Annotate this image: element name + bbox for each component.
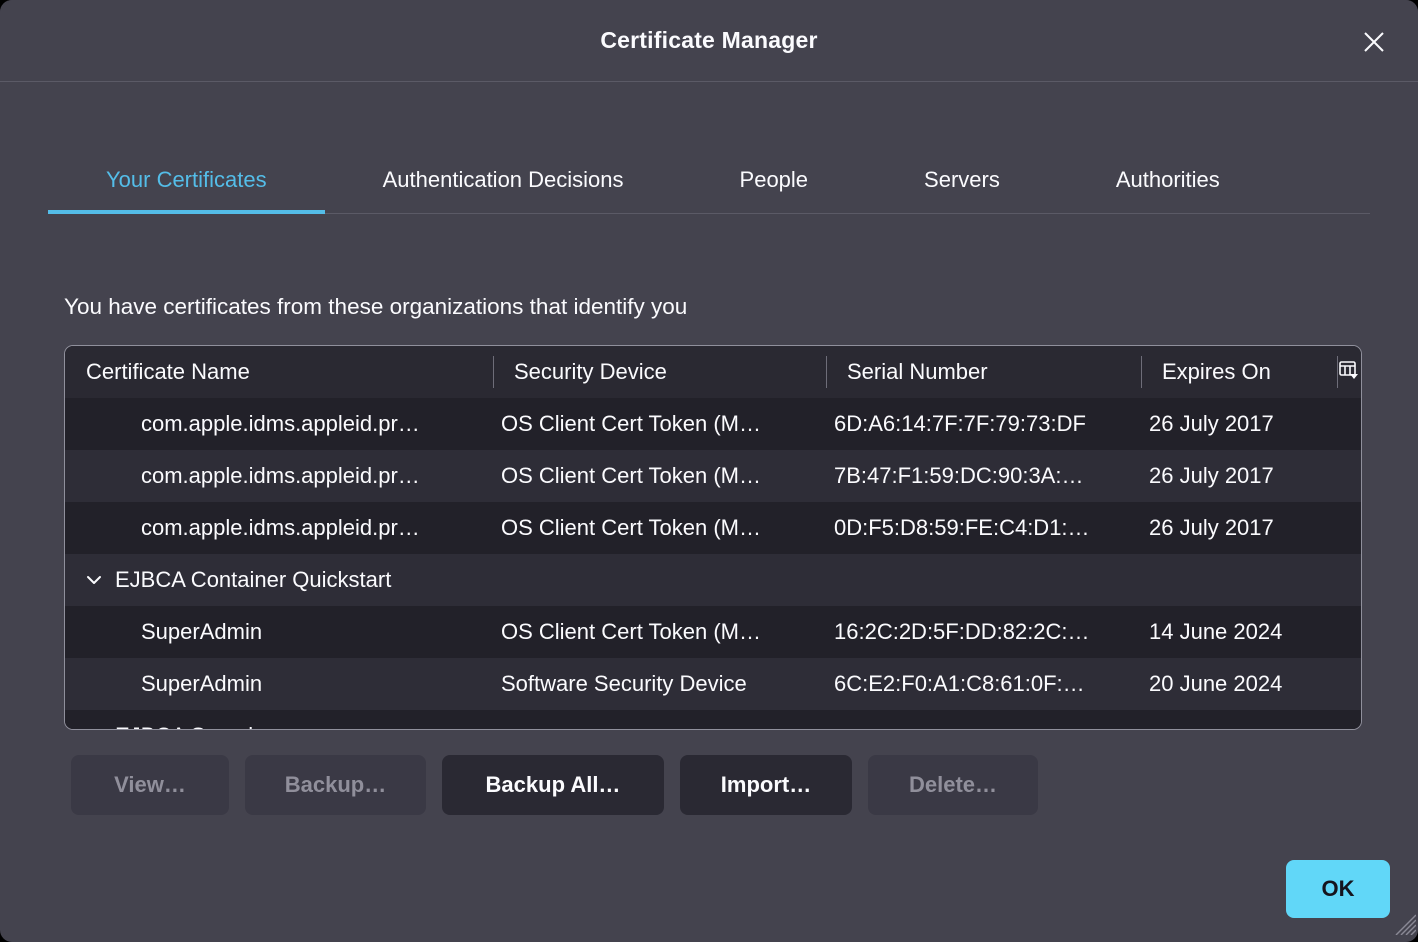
cell-serial-number: 7B:47:F1:59:DC:90:3A:… [826,450,1141,502]
cell-security-device: Software Security Device [493,658,826,710]
cell-serial-number: 16:2C:2D:5F:DD:82:2C:… [826,606,1141,658]
cell-certificate-name: SuperAdmin [65,658,493,710]
intro-text: You have certificates from these organiz… [64,294,687,320]
backup-all-button[interactable]: Backup All… [442,755,664,815]
tab-strip: Your Certificates Authentication Decisio… [48,150,1370,214]
group-row-ejbca-container-quickstart[interactable]: EJBCA Container Quickstart [65,554,1361,606]
certificate-manager-dialog: Certificate Manager Your Certificates Au… [0,0,1418,942]
table-row[interactable]: com.apple.idms.appleid.pr… OS Client Cer… [65,398,1361,450]
cell-certificate-name: com.apple.idms.appleid.pr… [65,398,493,450]
column-header-serial-number[interactable]: Serial Number [826,346,1141,398]
cell-security-device: OS Client Cert Token (M… [493,398,826,450]
ok-button[interactable]: OK [1286,860,1390,918]
table-row[interactable]: SuperAdmin OS Client Cert Token (M… 16:2… [65,606,1361,658]
table-row[interactable]: SuperAdmin Software Security Device 6C:E… [65,658,1361,710]
cell-serial-number: 6C:E2:F0:A1:C8:61:0F:… [826,658,1141,710]
group-label: EJBCA Container Quickstart [115,567,391,593]
cell-expires-on: 26 July 2017 [1141,502,1337,554]
resize-grip[interactable] [1388,907,1416,940]
cell-expires-on: 26 July 2017 [1141,398,1337,450]
tab-authorities[interactable]: Authorities [1058,150,1278,214]
close-icon [1361,29,1387,55]
chevron-down-icon[interactable] [86,575,102,585]
cell-expires-on: 26 July 2017 [1141,450,1337,502]
column-header-certificate-name[interactable]: Certificate Name [65,346,493,398]
close-button[interactable] [1358,26,1390,58]
cell-security-device: OS Client Cert Token (M… [493,606,826,658]
cell-expires-on: 20 June 2024 [1141,658,1337,710]
cell-security-device: OS Client Cert Token (M… [493,502,826,554]
table-row[interactable]: com.apple.idms.appleid.pr… OS Client Cer… [65,502,1361,554]
action-button-row: View… Backup… Backup All… Import… Delete… [71,755,1038,815]
column-header-security-device[interactable]: Security Device [493,346,826,398]
cell-expires-on: 14 June 2024 [1141,606,1337,658]
tab-authentication-decisions[interactable]: Authentication Decisions [325,150,682,214]
cell-certificate-name: SuperAdmin [65,606,493,658]
column-picker-button[interactable] [1337,346,1361,398]
table-header-row: Certificate Name Security Device Serial … [65,346,1361,398]
backup-button[interactable]: Backup… [245,755,426,815]
certificates-table: Certificate Name Security Device Serial … [64,345,1362,730]
table-row[interactable]: com.apple.idms.appleid.pr… OS Client Cer… [65,450,1361,502]
group-row-partially-visible[interactable]: EJBCA Sample [65,710,1361,730]
delete-button[interactable]: Delete… [868,755,1038,815]
cell-certificate-name: com.apple.idms.appleid.pr… [65,502,493,554]
dialog-title: Certificate Manager [600,27,817,54]
cell-serial-number: 6D:A6:14:7F:7F:79:73:DF [826,398,1141,450]
cell-certificate-name: com.apple.idms.appleid.pr… [65,450,493,502]
cell-serial-number: 0D:F5:D8:59:FE:C4:D1:… [826,502,1141,554]
import-button[interactable]: Import… [680,755,852,815]
column-header-expires-on[interactable]: Expires On [1141,346,1337,398]
view-button[interactable]: View… [71,755,229,815]
cell-security-device: OS Client Cert Token (M… [493,450,826,502]
group-label: EJBCA Sample [115,723,265,730]
tab-servers[interactable]: Servers [866,150,1058,214]
tab-people[interactable]: People [682,150,867,214]
dialog-titlebar: Certificate Manager [0,0,1418,82]
tab-your-certificates[interactable]: Your Certificates [48,150,325,214]
column-picker-icon [1339,359,1359,385]
